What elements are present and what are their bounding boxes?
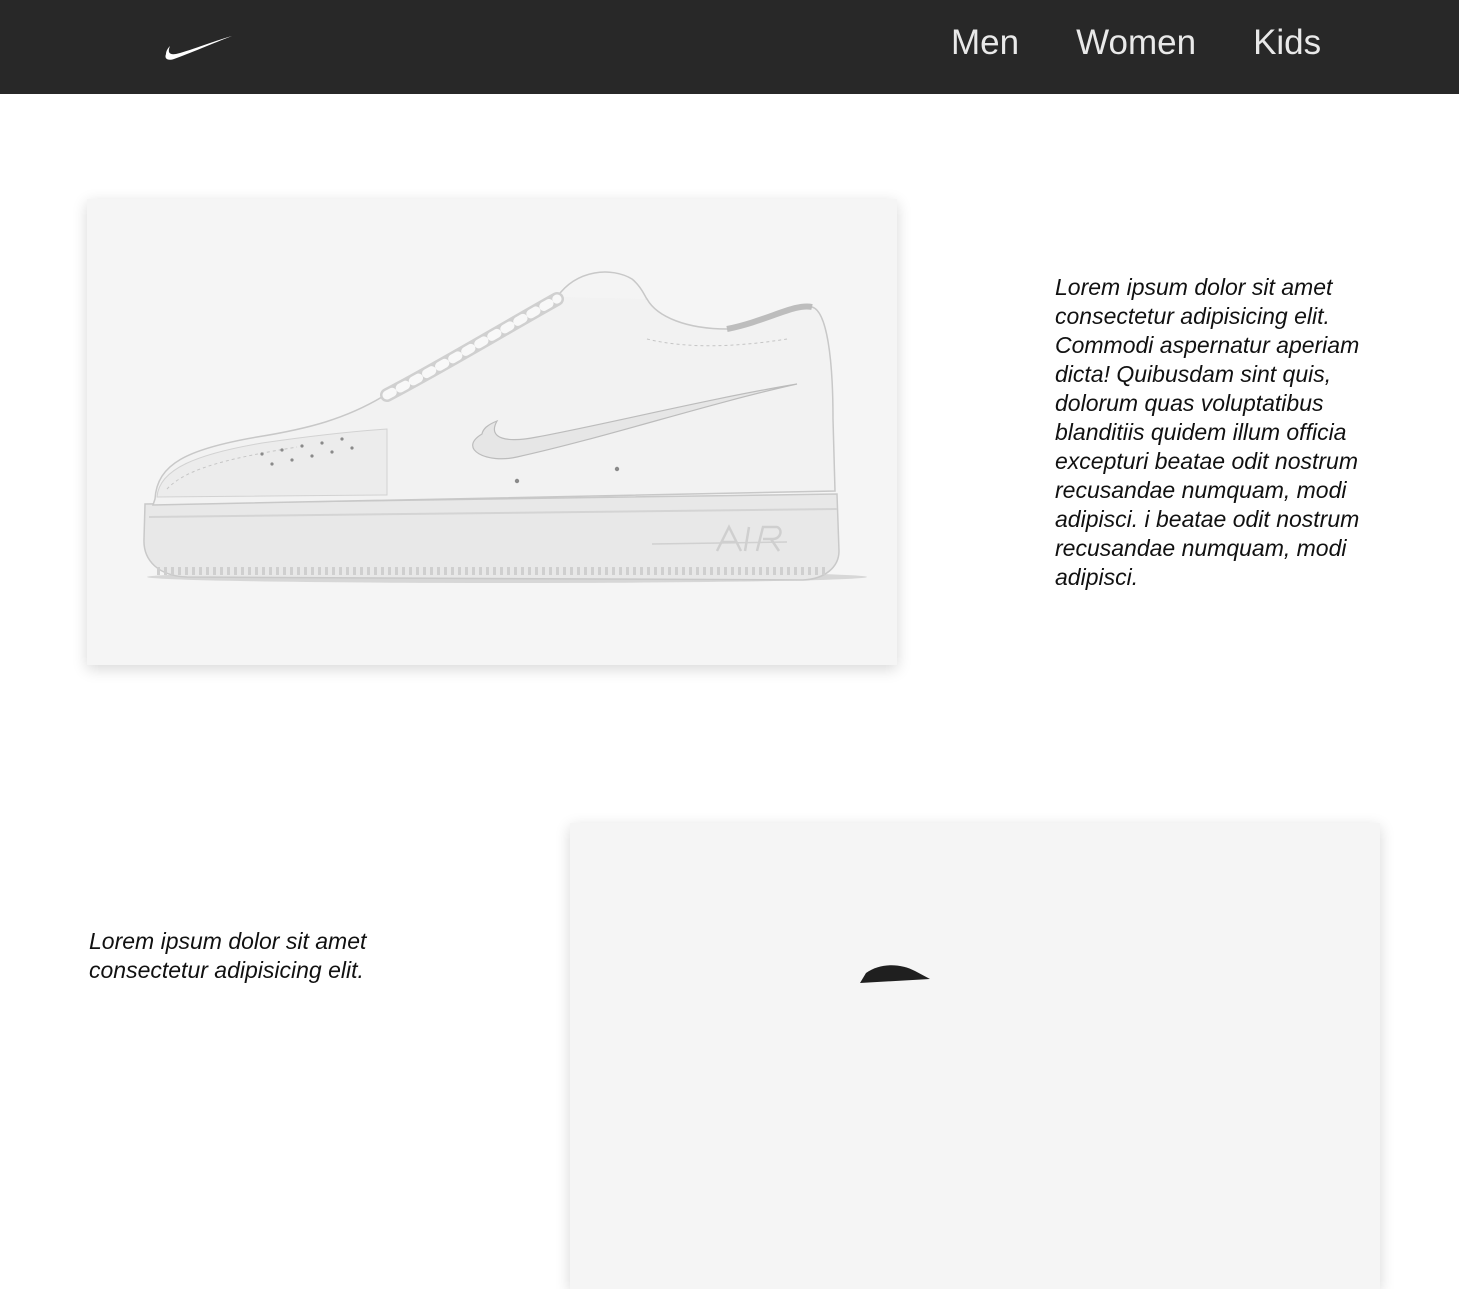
product-image-card[interactable] — [570, 823, 1380, 1289]
nav-link-men[interactable]: Men — [951, 22, 1019, 64]
main-nav: Men Women Kids — [951, 22, 1321, 64]
swoosh-logo-icon[interactable] — [164, 32, 234, 62]
product-description: Lorem ipsum dolor sit amet consectetur a… — [89, 928, 367, 983]
top-navbar: Men Women Kids — [0, 0, 1459, 94]
product-image-card[interactable] — [87, 199, 897, 665]
nav-link-kids[interactable]: Kids — [1253, 22, 1321, 64]
product-description: Lorem ipsum dolor sit amet consectetur a… — [1055, 274, 1360, 590]
nav-link-women[interactable]: Women — [1076, 22, 1196, 64]
black-sneaker-image — [860, 965, 930, 983]
white-sneaker-image — [143, 271, 867, 583]
